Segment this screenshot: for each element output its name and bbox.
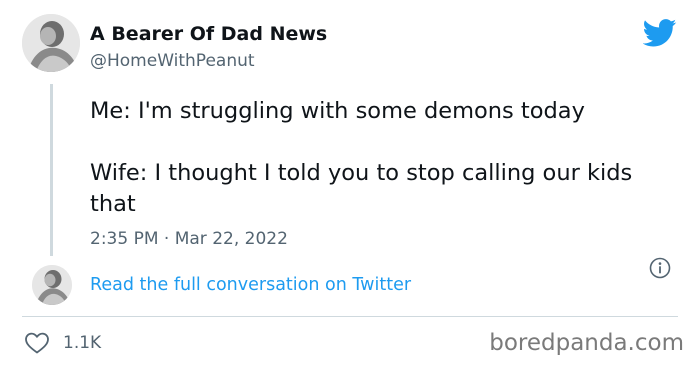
- boredpanda-watermark: boredpanda.com: [489, 330, 684, 356]
- tweet-timestamp[interactable]: 2:35 PM · Mar 22, 2022: [90, 229, 288, 249]
- conversation-avatar-photo: [32, 265, 72, 305]
- read-full-conversation-link[interactable]: Read the full conversation on Twitter: [90, 275, 411, 295]
- tweet-line-2: Wife: I thought I told you to stop calli…: [90, 160, 633, 217]
- conversation-avatar[interactable]: [32, 265, 72, 305]
- like-count: 1.1K: [63, 333, 102, 353]
- tweet-embed-card: A Bearer Of Dad News @HomeWithPeanut Me:…: [0, 0, 700, 369]
- author-display-name[interactable]: A Bearer Of Dad News: [90, 23, 327, 45]
- twitter-bird-icon[interactable]: [643, 19, 677, 47]
- like-button[interactable]: 1.1K: [24, 331, 101, 355]
- info-icon[interactable]: [649, 257, 671, 279]
- tweet-line-1: Me: I'm struggling with some demons toda…: [90, 98, 585, 124]
- heart-icon: [25, 332, 49, 354]
- tweet-text: Me: I'm struggling with some demons toda…: [90, 96, 670, 220]
- author-avatar-photo: [22, 14, 80, 72]
- author-handle[interactable]: @HomeWithPeanut: [90, 51, 255, 71]
- footer-divider: [22, 316, 678, 317]
- thread-connector-line: [50, 84, 53, 256]
- author-avatar[interactable]: [22, 14, 80, 72]
